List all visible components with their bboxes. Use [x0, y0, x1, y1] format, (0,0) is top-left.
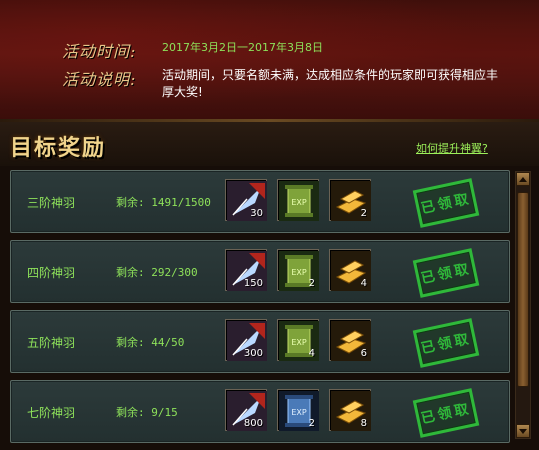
reward-list: 三阶神羽 剩余: 1491/1500 30 EXP 2 已领取 四阶神羽 剩余:…	[10, 170, 510, 450]
chevron-down-icon	[519, 429, 527, 434]
reward-item-slot[interactable]: EXP	[277, 179, 319, 221]
reward-row: 七阶神羽 剩余: 9/15 800 EXP 2 8 已领取	[10, 380, 510, 443]
reward-row: 五阶神羽 剩余: 44/50 300 EXP 4 6 已领取	[10, 310, 510, 373]
reward-item-slot[interactable]: 8	[329, 389, 371, 431]
claimed-stamp: 已领取	[412, 388, 480, 438]
reward-tier-label: 四阶神羽	[27, 266, 76, 280]
reward-tier-label: 五阶神羽	[27, 336, 76, 350]
reward-item-qty: 150	[243, 278, 263, 289]
svg-text:EXP: EXP	[291, 338, 307, 347]
svg-text:EXP: EXP	[291, 268, 307, 277]
reward-item-qty: 2	[308, 278, 315, 289]
event-time-label: 活动时间:	[62, 42, 137, 61]
reward-item-qty: 800	[243, 418, 263, 429]
claimed-stamp: 已领取	[412, 248, 480, 298]
scroll-up-button[interactable]	[516, 172, 530, 186]
reward-remain-count: 剩余: 292/300	[116, 266, 198, 279]
how-to-upgrade-wing-link[interactable]: 如何提升神翼?	[416, 140, 488, 156]
event-desc-value: 活动期间，只要名额未满，达成相应条件的玩家即可获得相应丰厚大奖!	[162, 68, 499, 99]
scroll-thumb[interactable]	[517, 192, 529, 387]
svg-text:EXP: EXP	[291, 408, 307, 417]
reward-item-slot[interactable]: EXP 4	[277, 319, 319, 361]
reward-item-slot[interactable]: 150	[225, 249, 267, 291]
section-title: 目标奖励	[10, 136, 107, 161]
exp-scroll-icon: EXP	[279, 181, 319, 221]
reward-tier-label: 三阶神羽	[27, 196, 76, 210]
reward-item-slot[interactable]: 300	[225, 319, 267, 361]
chevron-up-icon	[519, 177, 527, 182]
reward-item-qty: 4	[308, 348, 315, 359]
event-time-value: 2017年3月2日一2017年3月8日	[162, 41, 323, 54]
event-desc-row: 活动说明: 活动期间，只要名额未满，达成相应条件的玩家即可获得相应丰厚大奖!	[62, 66, 507, 101]
event-time-row: 活动时间: 2017年3月2日一2017年3月8日	[62, 38, 323, 62]
reward-item-qty: 30	[250, 208, 263, 219]
reward-item-slot[interactable]: EXP 2	[277, 249, 319, 291]
reward-item-qty: 2	[360, 208, 367, 219]
reward-row: 四阶神羽 剩余: 292/300 150 EXP 2 4 已领取	[10, 240, 510, 303]
reward-item-qty: 2	[308, 418, 315, 429]
reward-remain-count: 剩余: 9/15	[116, 406, 178, 419]
reward-tier-label: 七阶神羽	[27, 406, 76, 420]
reward-remain-count: 剩余: 1491/1500	[116, 196, 211, 209]
claimed-stamp: 已领取	[412, 178, 480, 228]
reward-row: 三阶神羽 剩余: 1491/1500 30 EXP 2 已领取	[10, 170, 510, 233]
reward-item-slot[interactable]: 2	[329, 179, 371, 221]
scroll-down-button[interactable]	[516, 424, 530, 438]
reward-item-qty: 8	[360, 418, 367, 429]
reward-item-slot[interactable]: 4	[329, 249, 371, 291]
reward-item-slot[interactable]: 30	[225, 179, 267, 221]
reward-item-qty: 6	[360, 348, 367, 359]
claimed-stamp: 已领取	[412, 318, 480, 368]
reward-item-qty: 4	[360, 278, 367, 289]
reward-item-slot[interactable]: EXP 2	[277, 389, 319, 431]
event-desc-label: 活动说明:	[62, 70, 137, 89]
reward-remain-count: 剩余: 44/50	[116, 336, 185, 349]
reward-item-slot[interactable]: 6	[329, 319, 371, 361]
reward-item-qty: 300	[243, 348, 263, 359]
event-header: 活动时间: 2017年3月2日一2017年3月8日 活动说明: 活动期间，只要名…	[0, 0, 539, 120]
reward-list-scrollbar[interactable]	[515, 171, 531, 439]
svg-text:EXP: EXP	[291, 198, 307, 207]
reward-item-slot[interactable]: 800	[225, 389, 267, 431]
